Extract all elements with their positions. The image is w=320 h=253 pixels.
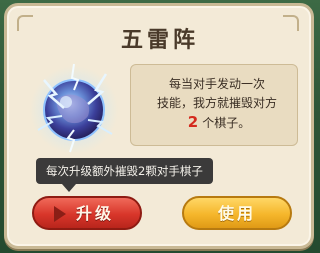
upgrade-button[interactable]: 升级: [32, 196, 142, 230]
description-line: 2 个棋子。: [145, 113, 289, 133]
description-suffix: 个棋子。: [202, 116, 251, 130]
description-line: 每当对手发动一次: [168, 77, 265, 91]
upgrade-button-label: 升级: [75, 204, 114, 223]
play-arrow-icon: [54, 206, 66, 222]
use-button[interactable]: 使用: [182, 196, 292, 230]
skill-description: 每当对手发动一次 技能，我方就摧毁对方 2 个棋子。: [130, 64, 298, 146]
dialog-title: 五雷阵: [120, 27, 199, 53]
thunder-orb-icon: [26, 60, 122, 156]
tooltip-arrow: [62, 184, 76, 192]
destroy-count: 2: [187, 113, 199, 131]
description-line: 技能，我方就摧毁对方: [156, 96, 277, 110]
upgrade-tooltip: 每次升级额外摧毁2颗对手棋子: [36, 158, 213, 184]
use-button-label: 使用: [217, 204, 256, 223]
